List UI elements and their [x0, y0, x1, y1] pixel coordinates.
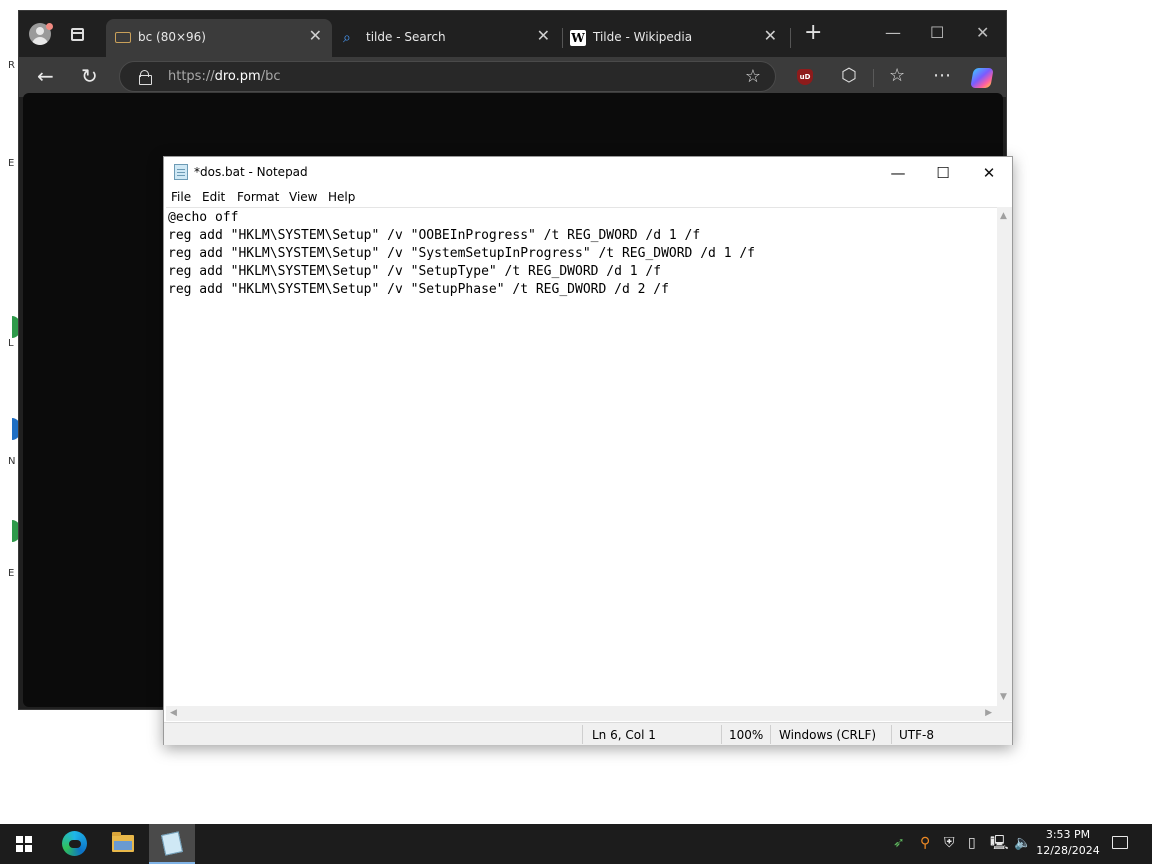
tab-label: Tilde - Wikipedia: [593, 30, 693, 44]
minimize-icon[interactable]: —: [885, 23, 901, 42]
desktop-icon-label-fragment: E: [8, 158, 15, 169]
extensions-puzzle-icon[interactable]: ⬡: [841, 66, 857, 86]
taskbar-notepad[interactable]: [149, 824, 195, 864]
minimize-icon[interactable]: —: [875, 161, 921, 185]
url-text[interactable]: https://dro.pm/bc: [168, 69, 280, 84]
search-icon: ⌕: [343, 30, 351, 46]
edge-icon: [62, 831, 87, 856]
tab-tilde-wikipedia[interactable]: W Tilde - Wikipedia ✕: [561, 19, 787, 57]
menu-help[interactable]: Help: [328, 190, 355, 204]
close-tab-icon[interactable]: ✕: [537, 28, 550, 44]
close-tab-icon[interactable]: ✕: [309, 28, 322, 44]
star-favorite-icon[interactable]: ☆: [745, 66, 761, 87]
file-explorer-icon: [112, 832, 134, 852]
status-bar: Ln 6, Col 1 100% Windows (CRLF) UTF-8: [164, 722, 1012, 745]
taskbar: ➶ ⚲ ⛨ ▯ 🖳 🔈 3:53 PM 12/28/2024: [0, 824, 1152, 864]
scroll-down-icon[interactable]: ▼: [1000, 692, 1007, 702]
desktop-icon-label-fragment: R: [8, 60, 15, 71]
notepad-app-icon: [174, 164, 188, 180]
status-separator: [582, 725, 583, 744]
system-clock[interactable]: 3:53 PM 12/28/2024: [1032, 827, 1104, 859]
back-icon[interactable]: ←: [37, 65, 54, 87]
favorites-icon[interactable]: ☆: [889, 66, 905, 86]
menu-bar: File Edit Format View Help: [164, 187, 1012, 207]
menu-file[interactable]: File: [171, 190, 191, 204]
maximize-icon[interactable]: ☐: [920, 161, 966, 185]
usb-device-icon[interactable]: ▯: [968, 835, 976, 851]
horizontal-scrollbar[interactable]: ◀ ▶: [166, 706, 998, 721]
windows-start-icon[interactable]: [16, 836, 32, 852]
zoom-level: 100%: [729, 728, 764, 742]
scroll-up-icon[interactable]: ▲: [1000, 211, 1007, 221]
clock-time: 3:53 PM: [1045, 828, 1091, 841]
address-bar[interactable]: https://dro.pm/bc ☆: [119, 61, 776, 92]
tab-tilde-search[interactable]: ⌕ tilde - Search ✕: [334, 19, 560, 57]
tab-strip: bc (80×96) ✕ ⌕ tilde - Search ✕ W Tilde …: [19, 11, 1006, 57]
ublock-extension-icon[interactable]: uD: [797, 69, 813, 85]
clock-date: 12/28/2024: [1036, 844, 1100, 857]
maximize-icon[interactable]: ☐: [930, 23, 944, 42]
menu-view[interactable]: View: [289, 190, 317, 204]
vertical-scrollbar[interactable]: ▲ ▼: [997, 207, 1012, 706]
notepad-window: *dos.bat - Notepad — ☐ ✕ File Edit Forma…: [163, 156, 1013, 745]
close-tab-icon[interactable]: ✕: [764, 28, 777, 44]
text-editor-area[interactable]: @echo off reg add "HKLM\SYSTEM\Setup" /v…: [166, 207, 998, 706]
browser-toolbar: ← ↻ https://dro.pm/bc ☆ uD ⬡ ☆ ⋯: [19, 57, 1006, 97]
line-ending: Windows (CRLF): [779, 728, 877, 742]
copilot-icon[interactable]: [970, 68, 994, 88]
tab-actions-icon[interactable]: [71, 28, 84, 41]
wikipedia-icon: W: [570, 30, 586, 46]
profile-notification-dot: [46, 23, 53, 30]
tab-label: tilde - Search: [366, 30, 446, 44]
encoding: UTF-8: [899, 728, 934, 742]
taskbar-edge[interactable]: [51, 824, 97, 864]
search-tool-icon[interactable]: ⚲: [920, 835, 930, 851]
menu-format[interactable]: Format: [237, 190, 279, 204]
resize-grip[interactable]: [997, 706, 1012, 721]
tab-bc[interactable]: bc (80×96) ✕: [106, 19, 332, 57]
close-icon[interactable]: ✕: [966, 161, 1012, 185]
status-separator: [891, 725, 892, 744]
close-icon[interactable]: ✕: [976, 23, 989, 42]
document-content[interactable]: @echo off reg add "HKLM\SYSTEM\Setup" /v…: [168, 209, 755, 299]
network-icon[interactable]: 🖳: [990, 835, 1009, 851]
notification-center-icon[interactable]: [1112, 836, 1128, 849]
lock-icon[interactable]: [139, 70, 152, 85]
refresh-icon[interactable]: ↻: [81, 65, 98, 87]
window-title: *dos.bat - Notepad: [194, 165, 308, 179]
more-options-icon[interactable]: ⋯: [933, 66, 951, 86]
taskbar-file-explorer[interactable]: [100, 824, 146, 864]
notepad-title-bar[interactable]: *dos.bat - Notepad — ☐ ✕: [164, 157, 1012, 187]
scroll-right-icon[interactable]: ▶: [985, 708, 992, 718]
desktop-icon-label-fragment: E: [8, 568, 15, 579]
tray-app-icon[interactable]: ➶: [893, 835, 905, 851]
desktop-icon-label-fragment: L: [8, 338, 14, 349]
cursor-position: Ln 6, Col 1: [592, 728, 656, 742]
tab-separator: [790, 28, 791, 48]
status-separator: [721, 725, 722, 744]
notepad-icon: [161, 831, 183, 856]
status-separator: [770, 725, 771, 744]
folder-icon: [115, 32, 131, 43]
tab-label: bc (80×96): [138, 30, 206, 44]
new-tab-icon[interactable]: +: [804, 21, 822, 45]
security-shield-icon[interactable]: ⛨: [944, 835, 955, 851]
toolbar-separator: [873, 69, 874, 87]
scroll-left-icon[interactable]: ◀: [170, 708, 177, 718]
volume-muted-icon[interactable]: 🔈: [1014, 835, 1031, 851]
menu-edit[interactable]: Edit: [202, 190, 225, 204]
desktop-icon-label-fragment: N: [8, 456, 16, 467]
